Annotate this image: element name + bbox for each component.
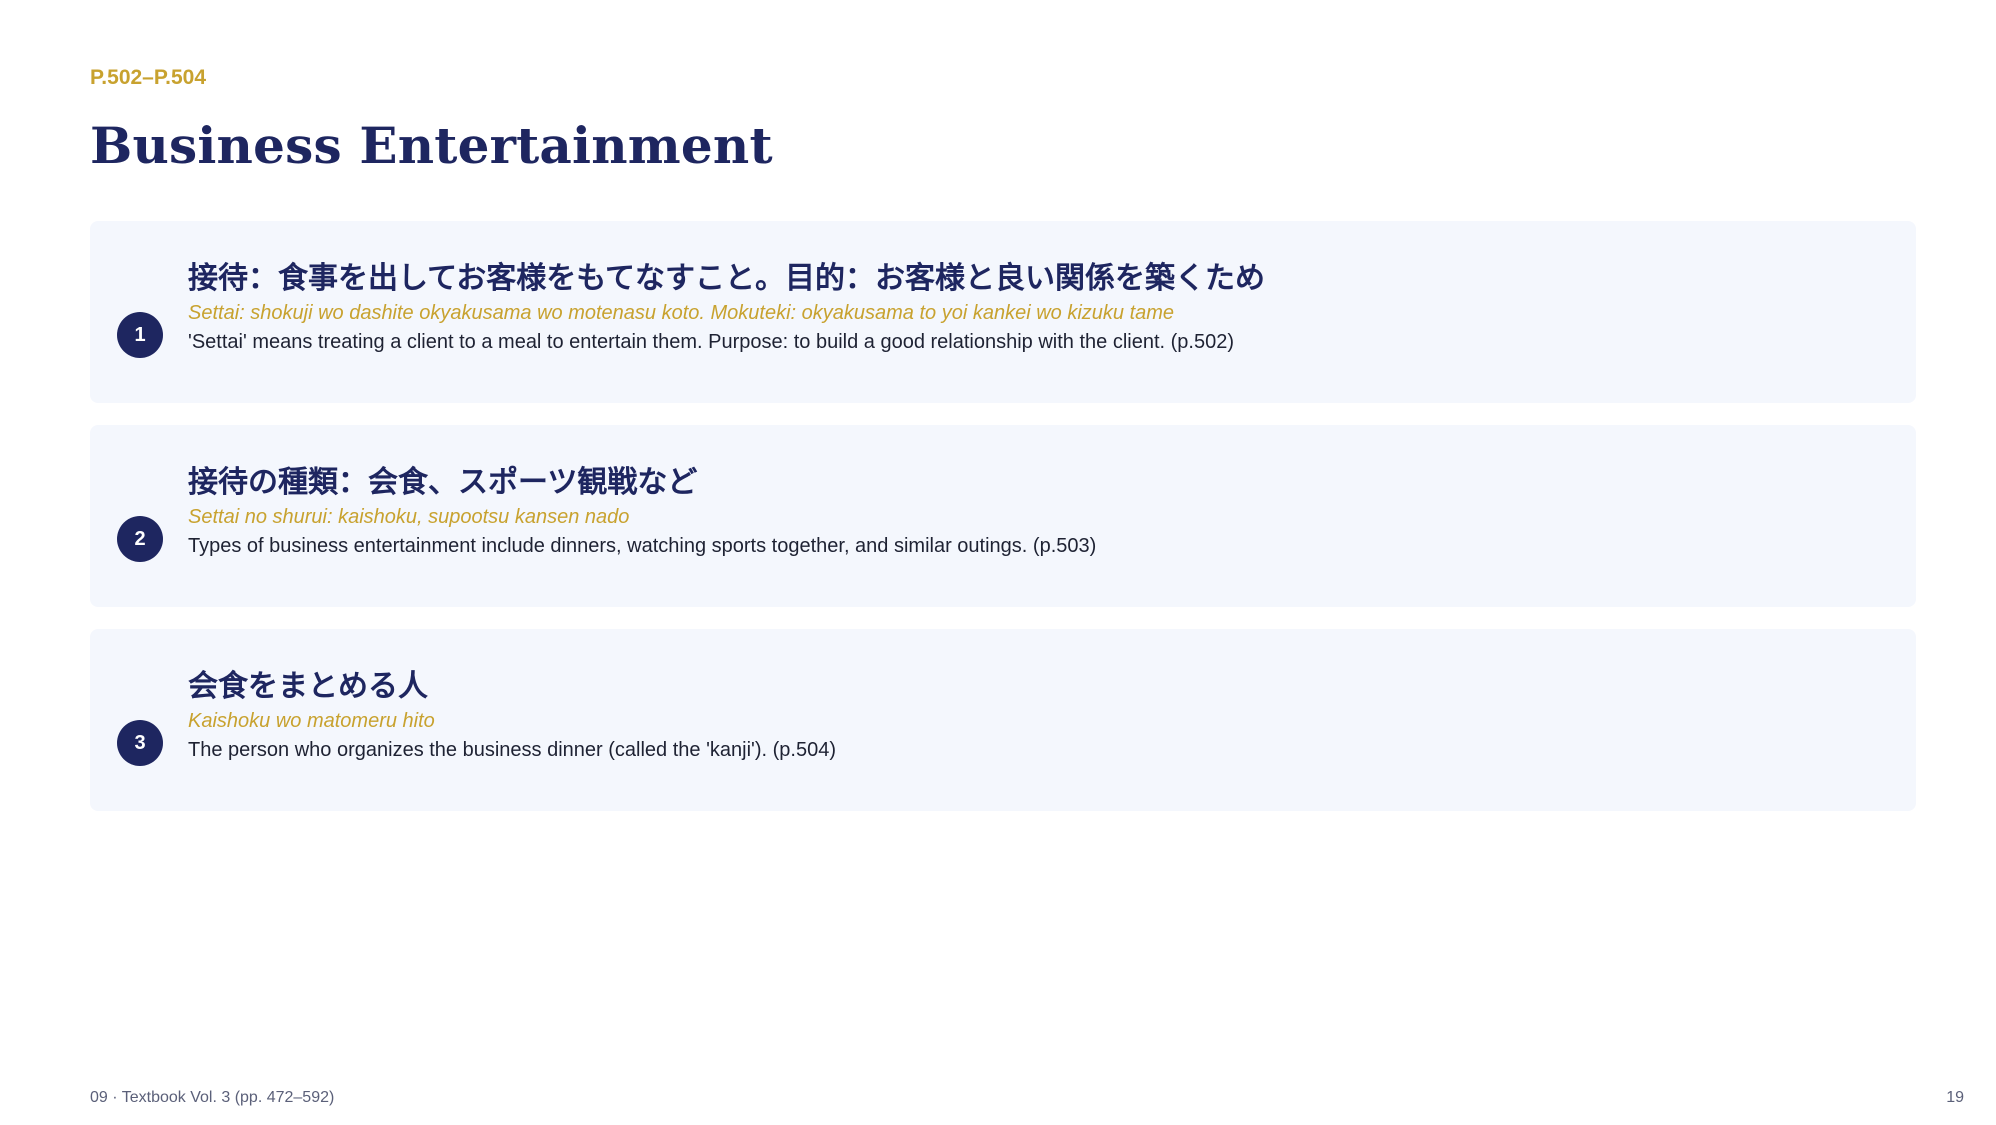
item-text-group: 会食をまとめる人 Kaishoku wo matomeru hito The p… (188, 667, 1886, 765)
item-text-group: 接待：食事を出してお客様をもてなすこと。目的：お客様と良い関係を築くため Set… (188, 259, 1886, 357)
item-japanese: 接待の種類：会食、スポーツ観戦など (188, 465, 698, 500)
item-japanese: 接待：食事を出してお客様をもてなすこと。目的：お客様と良い関係を築くため (188, 261, 1265, 296)
item-romaji: Settai no shurui: kaishoku, supootsu kan… (188, 506, 630, 528)
item-number-badge: 3 (117, 720, 163, 766)
item-number-badge: 2 (117, 516, 163, 562)
page-title: Business Entertainment (90, 116, 773, 175)
list-item: 1 接待：食事を出してお客様をもてなすこと。目的：お客様と良い関係を築くため S… (90, 221, 1916, 403)
item-romaji: Settai: shokuji wo dashite okyakusama wo… (188, 302, 1175, 324)
footer-source: 09 · Textbook Vol. 3 (pp. 472–592) (90, 1089, 335, 1106)
item-romaji: Kaishoku wo matomeru hito (188, 710, 435, 732)
slide-number: 19 (1946, 1089, 1964, 1106)
item-english: The person who organizes the business di… (188, 739, 836, 761)
page-range: P.502–P.504 (90, 66, 207, 89)
item-text-group: 接待の種類：会食、スポーツ観戦など Settai no shurui: kais… (188, 463, 1886, 561)
item-number-badge: 1 (117, 312, 163, 358)
list-item: 3 会食をまとめる人 Kaishoku wo matomeru hito The… (90, 629, 1916, 811)
list-item: 2 接待の種類：会食、スポーツ観戦など Settai no shurui: ka… (90, 425, 1916, 607)
item-english: Types of business entertainment include … (188, 535, 1097, 557)
item-english: 'Settai' means treating a client to a me… (188, 331, 1235, 353)
item-japanese: 会食をまとめる人 (188, 669, 428, 704)
